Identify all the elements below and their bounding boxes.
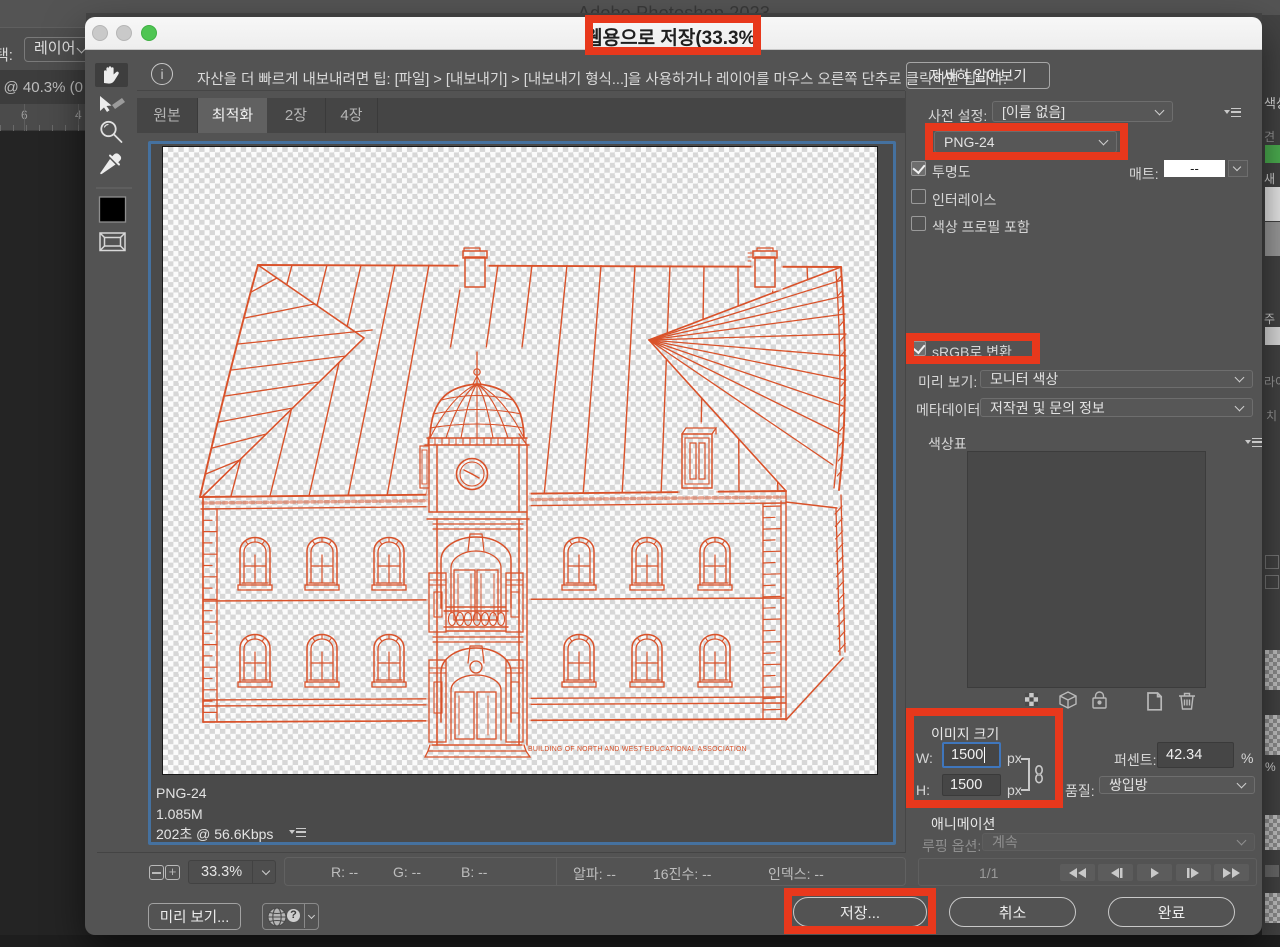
svg-text:BUILDING OF NORTH AND WEST EDU: BUILDING OF NORTH AND WEST EDUCATIONAL A… — [528, 746, 747, 753]
